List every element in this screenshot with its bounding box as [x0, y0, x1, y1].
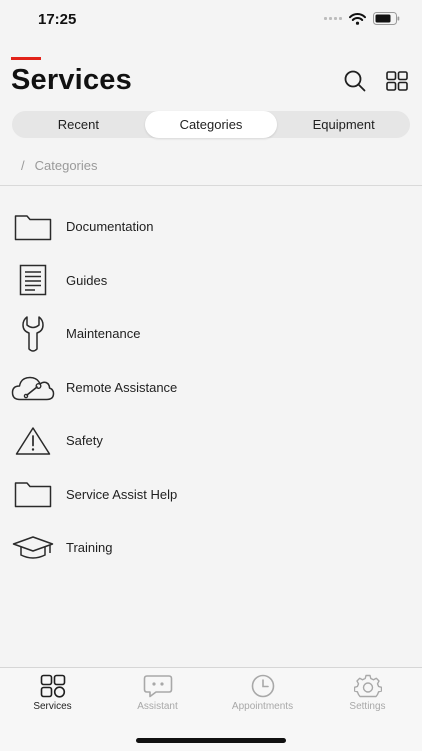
graduation-cap-icon	[12, 536, 54, 559]
header-accent-bar	[11, 57, 41, 60]
divider	[0, 185, 422, 186]
document-icon	[19, 265, 47, 296]
search-icon	[344, 70, 366, 92]
tab-settings[interactable]: Settings	[315, 674, 420, 712]
battery-icon	[373, 12, 400, 25]
list-item-guides[interactable]: Guides	[0, 254, 422, 308]
breadcrumb: / Categories	[21, 158, 98, 173]
home-indicator	[136, 738, 286, 743]
search-button[interactable]	[342, 68, 368, 94]
grid-view-button[interactable]	[384, 68, 410, 94]
tab-label: Services	[33, 701, 72, 712]
list-item-documentation[interactable]: Documentation	[0, 200, 422, 254]
list-item-remote-assistance[interactable]: Remote Assistance	[0, 361, 422, 415]
category-list: Documentation Guides Maintenance Remote …	[0, 200, 422, 575]
list-item-label: Guides	[66, 272, 108, 288]
status-bar: 17:25	[0, 0, 422, 40]
wifi-icon	[349, 12, 366, 25]
list-item-label: Maintenance	[66, 326, 141, 342]
wrench-icon	[22, 316, 44, 352]
list-item-label: Documentation	[66, 219, 154, 235]
tab-label: Settings	[349, 701, 386, 712]
folder-icon	[14, 215, 52, 240]
tab-label: Assistant	[137, 701, 178, 712]
tab-services[interactable]: Services	[0, 674, 105, 712]
grid-view-icon	[386, 71, 408, 91]
breadcrumb-current[interactable]: Categories	[35, 158, 98, 173]
chat-bubble-icon	[143, 675, 172, 698]
segment-equipment[interactable]: Equipment	[277, 111, 410, 138]
warning-icon	[15, 427, 51, 455]
breadcrumb-separator: /	[21, 158, 25, 173]
tab-label: Appointments	[231, 701, 294, 712]
list-item-maintenance[interactable]: Maintenance	[0, 307, 422, 361]
folder-icon	[14, 482, 52, 508]
status-time: 17:25	[38, 11, 77, 28]
cloud-wrench-icon	[11, 377, 55, 401]
list-item-service-assist-help[interactable]: Service Assist Help	[0, 468, 422, 522]
gear-icon	[353, 674, 382, 698]
list-item-safety[interactable]: Safety	[0, 414, 422, 468]
segmented-control: Recent Categories Equipment	[12, 111, 410, 138]
segment-recent[interactable]: Recent	[12, 111, 145, 138]
segment-categories[interactable]: Categories	[144, 111, 278, 138]
list-item-label: Service Assist Help	[66, 486, 178, 502]
tab-appointments[interactable]: Appointments	[210, 674, 315, 712]
list-item-label: Remote Assistance	[66, 379, 178, 395]
list-item-label: Safety	[66, 433, 103, 449]
tab-assistant[interactable]: Assistant	[105, 674, 210, 712]
page-title: Services	[11, 64, 132, 96]
grid-icon	[40, 674, 65, 698]
list-item-training[interactable]: Training	[0, 521, 422, 575]
clock-icon	[251, 674, 274, 698]
list-item-label: Training	[66, 540, 113, 556]
cellular-signal-icon	[324, 17, 342, 20]
